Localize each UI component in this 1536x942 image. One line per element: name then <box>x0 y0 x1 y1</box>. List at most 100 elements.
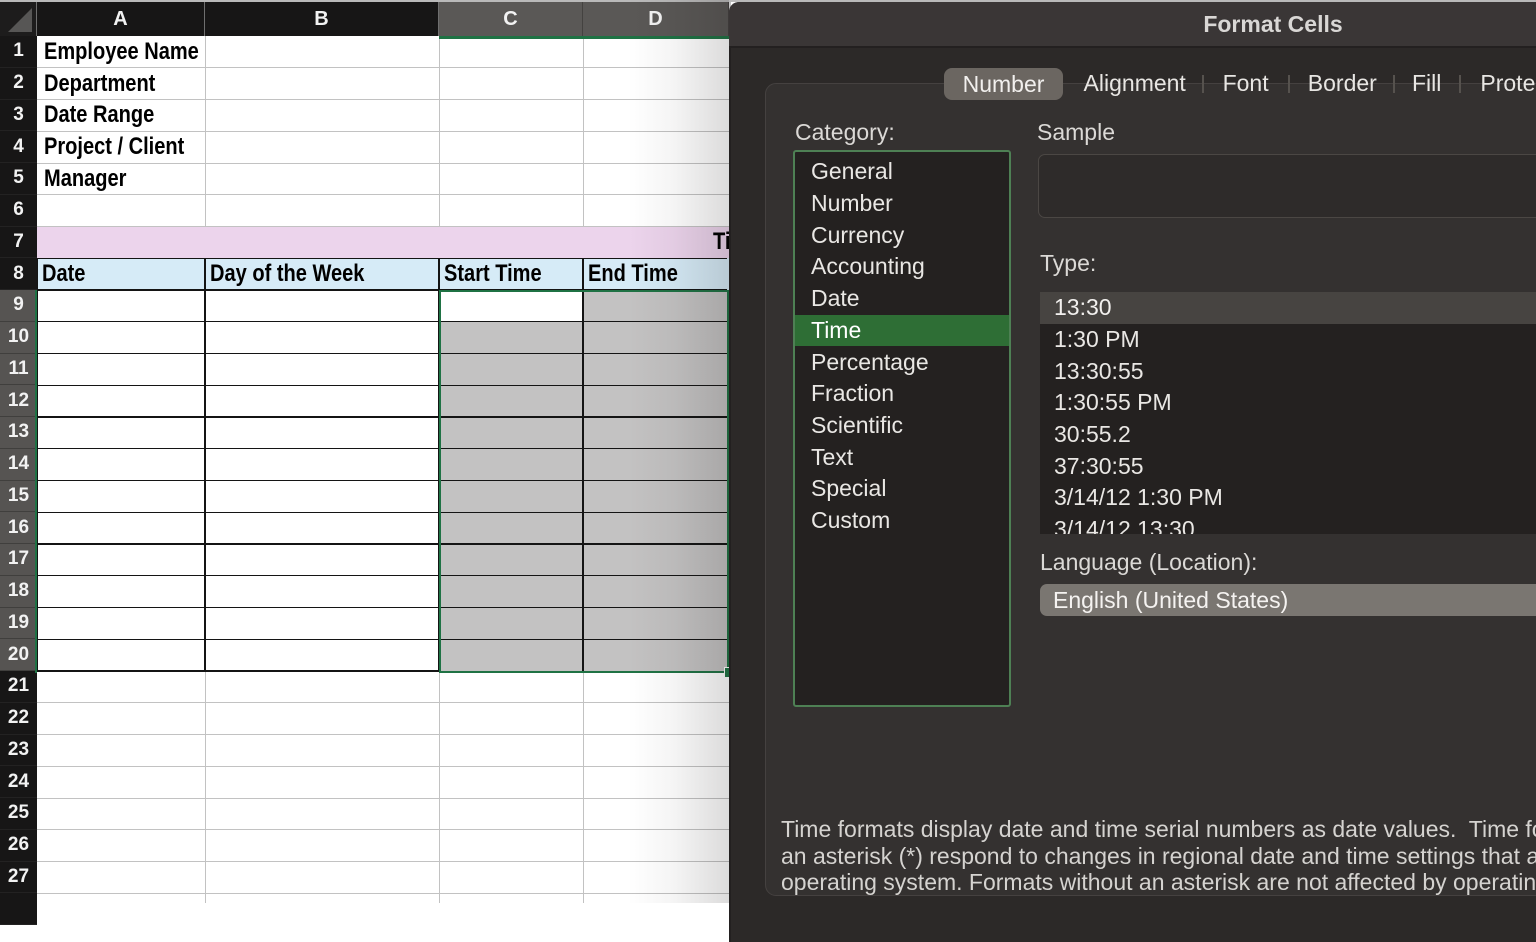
row-header-11[interactable]: 11 <box>0 354 37 386</box>
column-header-c[interactable]: C <box>439 2 583 36</box>
type-list[interactable]: 13:301:30 PM13:30:551:30:55 PM30:55.237:… <box>1040 292 1536 534</box>
dialog-left-edge <box>729 2 731 942</box>
sample-box <box>1038 154 1536 218</box>
category-item-general[interactable]: General <box>795 156 1009 188</box>
row-header-6[interactable]: 6 <box>0 195 37 227</box>
gridline-h <box>37 194 729 195</box>
select-all-corner[interactable] <box>0 2 37 36</box>
row-header-19[interactable]: 19 <box>0 608 37 640</box>
category-item-date[interactable]: Date <box>795 283 1009 315</box>
row-header-26[interactable]: 26 <box>0 830 37 862</box>
dialog-title: Format Cells <box>729 2 1536 46</box>
type-item-3[interactable]: 1:30:55 PM <box>1040 387 1536 419</box>
row-header-21[interactable]: 21 <box>0 671 37 703</box>
tab-fill[interactable]: Fill <box>1412 70 1441 96</box>
category-label: Category: <box>795 119 895 145</box>
tab-separator <box>1459 75 1461 93</box>
row-header-2[interactable]: 2 <box>0 68 37 100</box>
tab-protection[interactable]: Protection <box>1480 70 1536 96</box>
tab-number[interactable]: Number <box>944 68 1063 100</box>
tab-font[interactable]: Font <box>1223 70 1269 96</box>
row-header-1[interactable]: 1 <box>0 36 37 68</box>
row-header-25[interactable]: 25 <box>0 798 37 830</box>
gridline-h <box>37 702 729 703</box>
tab-separator <box>1202 75 1204 93</box>
language-dropdown[interactable]: English (United States) <box>1040 584 1536 616</box>
type-item-5[interactable]: 37:30:55 <box>1040 450 1536 482</box>
category-item-accounting[interactable]: Accounting <box>795 251 1009 283</box>
gridline-h <box>37 798 729 799</box>
category-item-fraction[interactable]: Fraction <box>795 378 1009 410</box>
row-header-22[interactable]: 22 <box>0 703 37 735</box>
cell-label: Employee Name <box>44 36 199 68</box>
corner-triangle-icon <box>8 8 32 32</box>
format-cells-dialog: Format Cells Number Alignment Font Border Fi… <box>729 2 1536 942</box>
row-header-9[interactable]: 9 <box>0 290 37 322</box>
row-header-8[interactable]: 8 <box>0 258 37 290</box>
type-label: Type: <box>1040 250 1096 276</box>
row-header-20[interactable]: 20 <box>0 639 37 671</box>
table-border-v <box>204 258 205 671</box>
tab-separator <box>1288 75 1290 93</box>
cell-label: Date Range <box>44 100 154 132</box>
gridline-h <box>37 829 729 830</box>
type-item-7[interactable]: 3/14/12 13:30 <box>1040 514 1536 534</box>
row-header-12[interactable]: 12 <box>0 385 37 417</box>
category-item-time[interactable]: Time <box>795 315 1009 347</box>
gridline-h <box>37 893 729 894</box>
help-line-3: operating system. Formats without an ast… <box>781 869 1536 896</box>
type-item-2[interactable]: 13:30:55 <box>1040 355 1536 387</box>
banner-row: Ti <box>37 227 729 259</box>
category-item-percentage[interactable]: Percentage <box>795 346 1009 378</box>
category-item-custom[interactable]: Custom <box>795 505 1009 537</box>
row-header-4[interactable]: 4 <box>0 131 37 163</box>
type-item-6[interactable]: 3/14/12 1:30 PM <box>1040 482 1536 514</box>
category-item-currency[interactable]: Currency <box>795 219 1009 251</box>
row-header-13[interactable]: 13 <box>0 417 37 449</box>
column-header-b[interactable]: B <box>205 2 439 36</box>
gridline-h <box>37 766 729 767</box>
type-item-4[interactable]: 30:55.2 <box>1040 419 1536 451</box>
help-text: Time formats display date and time seria… <box>781 816 1536 896</box>
column-header-a[interactable]: A <box>37 2 205 36</box>
row-header-7[interactable]: 7 <box>0 227 37 259</box>
row-header-16[interactable]: 16 <box>0 512 37 544</box>
category-item-special[interactable]: Special <box>795 473 1009 505</box>
gridline-h <box>37 734 729 735</box>
row-header-3[interactable]: 3 <box>0 100 37 132</box>
category-item-number[interactable]: Number <box>795 188 1009 220</box>
row-header-17[interactable]: 17 <box>0 544 37 576</box>
help-line-2: an asterisk (*) respond to changes in re… <box>781 843 1536 870</box>
type-item-0[interactable]: 13:30 <box>1040 292 1536 324</box>
cell-label: Manager <box>44 163 126 195</box>
table-border-h <box>37 258 727 259</box>
help-line-1: Time formats display date and time seria… <box>781 816 1536 843</box>
dialog-titlebar[interactable]: Format Cells <box>729 2 1536 48</box>
cell-label: Project / Client <box>44 131 184 163</box>
table-header-cell: End Time <box>583 258 705 290</box>
selected-columns-underline <box>439 36 729 39</box>
row-header-23[interactable]: 23 <box>0 735 37 767</box>
row-header-5[interactable]: 5 <box>0 163 37 195</box>
tab-alignment[interactable]: Alignment <box>1084 70 1186 96</box>
selection-border <box>439 290 729 673</box>
language-value: English (United States) <box>1053 587 1288 614</box>
tab-border[interactable]: Border <box>1308 70 1377 96</box>
type-item-1[interactable]: 1:30 PM <box>1040 324 1536 356</box>
row-header-14[interactable]: 14 <box>0 449 37 481</box>
tab-separator <box>1393 75 1395 93</box>
table-border-h <box>37 670 440 672</box>
sample-label: Sample <box>1037 119 1115 145</box>
category-list[interactable]: GeneralNumberCurrencyAccountingDateTimeP… <box>793 150 1011 707</box>
row-header-18[interactable]: 18 <box>0 576 37 608</box>
table-header-cell: Start Time <box>439 258 559 290</box>
category-item-scientific[interactable]: Scientific <box>795 410 1009 442</box>
row-header-24[interactable]: 24 <box>0 766 37 798</box>
row-header-27[interactable]: 27 <box>0 862 37 894</box>
row-header-15[interactable]: 15 <box>0 481 37 513</box>
language-label: Language (Location): <box>1040 549 1257 575</box>
category-item-text[interactable]: Text <box>795 441 1009 473</box>
row-header-10[interactable]: 10 <box>0 322 37 354</box>
column-header-d[interactable]: D <box>583 2 729 36</box>
row-header-28[interactable] <box>0 893 37 925</box>
